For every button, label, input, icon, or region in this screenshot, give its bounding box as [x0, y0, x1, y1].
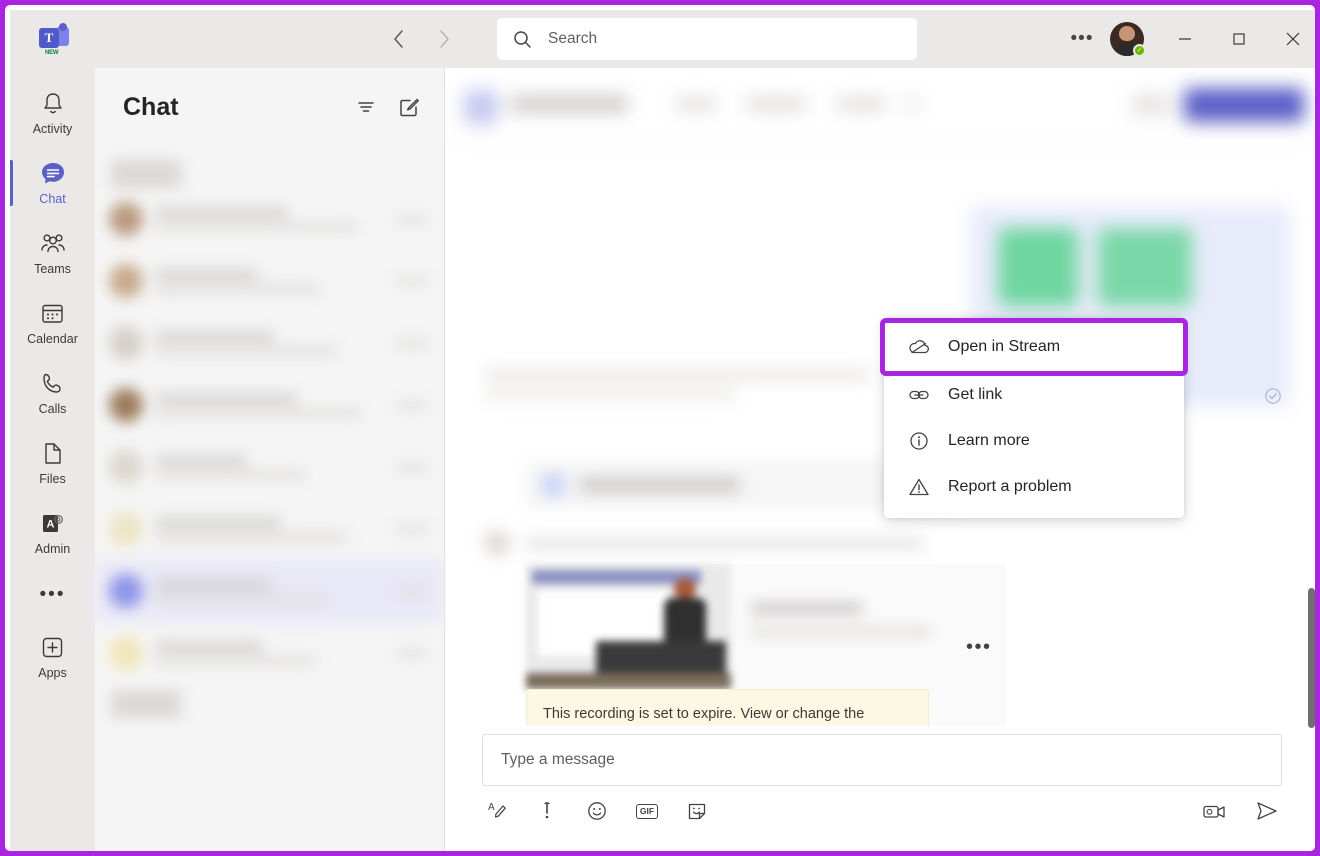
warning-triangle-icon — [908, 477, 930, 497]
sidebar-item-label: Files — [39, 472, 65, 486]
teams-window: T NEW Search ••• ✓ — [0, 0, 1320, 856]
back-button[interactable] — [383, 24, 413, 54]
context-menu-item-open-in-stream[interactable]: Open in Stream — [884, 322, 1184, 372]
app-logo: T NEW — [10, 25, 98, 53]
link-icon — [908, 386, 930, 404]
context-menu-item-get-link[interactable]: Get link — [884, 372, 1184, 418]
message-composer: Type a message A GIF — [446, 726, 1320, 856]
list-item[interactable] — [95, 560, 444, 622]
list-item[interactable] — [95, 312, 444, 374]
format-icon[interactable]: A — [482, 796, 512, 826]
list-group-label — [111, 160, 181, 188]
message-input-box[interactable]: Type a message — [482, 734, 1282, 786]
search-input[interactable]: Search — [548, 30, 597, 48]
sidebar-item-label: Calls — [39, 402, 67, 416]
sidebar-item-label: Activity — [33, 122, 73, 136]
chat-list-header: Chat — [95, 68, 444, 146]
recording-thumbnail[interactable] — [526, 564, 731, 689]
phone-icon — [40, 370, 65, 397]
search-bar[interactable]: Search — [497, 18, 917, 60]
context-menu-item-learn-more[interactable]: Learn more — [884, 418, 1184, 464]
maximize-button[interactable] — [1212, 10, 1266, 68]
context-menu: Open in Stream Get link Learn more Repor… — [884, 318, 1184, 518]
context-menu-item-label: Get link — [948, 386, 1002, 404]
composer-toolbar: A GIF — [482, 796, 1282, 826]
scrollbar-thumb[interactable] — [1308, 588, 1315, 728]
file-icon — [42, 440, 64, 467]
sidebar-item-label: Chat — [39, 192, 65, 206]
plus-box-icon — [40, 634, 65, 661]
admin-icon: A — [40, 510, 65, 537]
send-icon[interactable] — [1252, 796, 1282, 826]
list-item[interactable] — [95, 188, 444, 250]
avatar[interactable]: ✓ — [1110, 22, 1144, 56]
conversation-header — [446, 68, 1320, 143]
context-menu-item-label: Report a problem — [948, 478, 1072, 496]
bell-icon — [41, 90, 65, 117]
list-group-label — [111, 690, 181, 718]
settings-more-button[interactable]: ••• — [1060, 19, 1104, 59]
presence-badge: ✓ — [1133, 44, 1146, 57]
minimize-button[interactable] — [1158, 10, 1212, 68]
gif-icon[interactable]: GIF — [632, 796, 662, 826]
sidebar-item-calendar[interactable]: Calendar — [10, 288, 95, 358]
svg-text:A: A — [488, 802, 495, 813]
context-menu-item-label: Open in Stream — [948, 338, 1060, 356]
sidebar-item-label: Calendar — [27, 332, 78, 346]
list-item[interactable] — [95, 498, 444, 560]
logo-new-badge: NEW — [45, 50, 58, 56]
nav-arrows — [383, 24, 459, 54]
conversation-panel: ••• This recording is set to expire. Vie… — [446, 68, 1320, 856]
filter-icon[interactable] — [356, 97, 376, 117]
gif-label: GIF — [636, 804, 658, 819]
sidebar-item-apps[interactable]: Apps — [10, 622, 95, 692]
emoji-icon[interactable] — [582, 796, 612, 826]
chat-list-items — [95, 146, 444, 718]
message-bubble-incoming — [484, 369, 904, 429]
sidebar-more-button[interactable]: ••• — [10, 568, 95, 622]
context-menu-item-label: Learn more — [948, 432, 1030, 450]
seen-check-icon — [1264, 387, 1282, 405]
list-item[interactable] — [95, 374, 444, 436]
sidebar-item-admin[interactable]: A Admin — [10, 498, 95, 568]
message-scrollbar[interactable] — [1308, 588, 1316, 728]
list-item[interactable] — [95, 436, 444, 498]
sticker-icon[interactable] — [682, 796, 712, 826]
sidebar-item-label: Apps — [38, 666, 67, 680]
sidebar-item-label: Admin — [35, 542, 70, 556]
compose-icon[interactable] — [398, 96, 420, 118]
close-button[interactable] — [1266, 10, 1320, 68]
message-input[interactable]: Type a message — [501, 751, 615, 769]
teams-people-icon — [39, 230, 67, 257]
video-message-icon[interactable] — [1200, 796, 1230, 826]
teams-logo-icon: T NEW — [39, 25, 69, 53]
context-menu-item-report-a-problem[interactable]: Report a problem — [884, 464, 1184, 510]
priority-icon[interactable] — [532, 796, 562, 826]
sidebar-item-calls[interactable]: Calls — [10, 358, 95, 428]
svg-text:A: A — [47, 519, 55, 531]
recording-meta — [751, 602, 931, 637]
stream-cloud-icon — [908, 338, 930, 356]
sidebar-item-activity[interactable]: Activity — [10, 78, 95, 148]
chat-list-panel: Chat — [95, 68, 445, 856]
list-item[interactable] — [95, 250, 444, 312]
forward-button[interactable] — [429, 24, 459, 54]
page-title: Chat — [123, 93, 179, 122]
list-item[interactable] — [95, 622, 444, 684]
app-rail: Activity Chat Teams Calendar Calls — [10, 68, 95, 856]
title-bar-right: ••• ✓ — [1060, 10, 1320, 68]
message-row — [484, 530, 944, 560]
chat-icon — [40, 160, 66, 187]
recording-more-options-button[interactable]: ••• — [966, 642, 992, 652]
sidebar-item-teams[interactable]: Teams — [10, 218, 95, 288]
sidebar-item-files[interactable]: Files — [10, 428, 95, 498]
title-bar: T NEW Search ••• ✓ — [10, 10, 1320, 68]
sidebar-item-label: Teams — [34, 262, 71, 276]
info-circle-icon — [908, 431, 930, 451]
search-icon — [513, 30, 532, 49]
sidebar-item-chat[interactable]: Chat — [10, 148, 95, 218]
calendar-icon — [40, 300, 65, 327]
